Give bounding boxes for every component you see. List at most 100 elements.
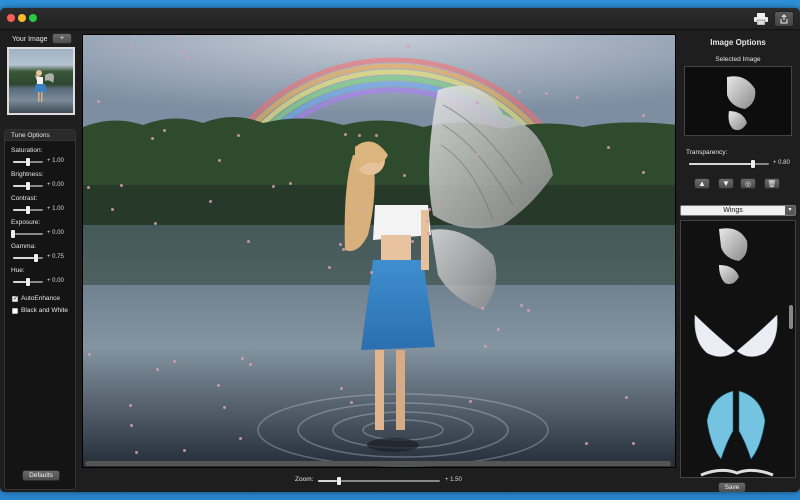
flip-button[interactable]: ◎ <box>740 178 756 189</box>
image-thumbnail[interactable] <box>7 47 75 115</box>
sparkle-dot <box>346 73 349 76</box>
tune-slider-3[interactable] <box>11 230 43 238</box>
sparkle-dot <box>120 184 123 187</box>
autoenhance-checkbox[interactable]: ✓ <box>12 296 18 302</box>
sparkle-dot <box>375 134 378 137</box>
arrow-down-icon: ▼ <box>722 179 730 188</box>
slider-fill <box>13 257 36 259</box>
sparkle-dot <box>342 248 345 251</box>
tune-options-panel: Tune Options ✓ AutoEnhance Black and Whi… <box>4 129 76 490</box>
transparency-slider[interactable] <box>689 160 769 168</box>
tune-slider-0[interactable] <box>13 158 43 166</box>
tune-slider-5[interactable] <box>13 278 43 286</box>
sparkle-dot <box>154 222 157 225</box>
sparkle-dot <box>576 96 579 99</box>
sparkle-dot <box>370 271 373 274</box>
sparkle-dot <box>545 92 548 95</box>
sparkle-dot <box>403 174 406 177</box>
sparkle-dot <box>173 360 176 363</box>
scene-artwork <box>83 35 675 467</box>
sparkle-dot <box>179 35 182 38</box>
tune-slider-1[interactable] <box>13 182 43 190</box>
sparkle-dot <box>241 357 244 360</box>
close-window-button[interactable] <box>7 14 15 22</box>
sparkle-dot <box>484 345 487 348</box>
slider-knob[interactable] <box>26 278 30 286</box>
arrow-up-icon: ▲ <box>698 179 706 188</box>
gallery-item-gray-wings[interactable] <box>719 228 748 285</box>
sparkle-dot <box>585 442 588 445</box>
move-down-button[interactable]: ▼ <box>718 178 734 189</box>
slider-value-4: + 0.75 <box>47 254 64 260</box>
sparkle-dot <box>476 101 479 104</box>
share-button[interactable] <box>774 11 794 27</box>
tune-slider-2[interactable] <box>13 206 43 214</box>
sparkle-dot <box>97 100 100 103</box>
canvas-scrollbar[interactable] <box>85 461 671 466</box>
tune-slider-4[interactable] <box>13 254 43 262</box>
move-up-button[interactable]: ▲ <box>694 178 710 189</box>
sparkle-dot <box>131 44 134 47</box>
sparkle-dot <box>469 400 472 403</box>
sparkle-dot <box>347 220 350 223</box>
slider-knob[interactable] <box>33 254 38 262</box>
slider-label-3: Exposure: <box>11 219 41 226</box>
sparkle-dot <box>156 368 159 371</box>
add-image-button[interactable]: + <box>52 33 72 44</box>
zoom-window-button[interactable] <box>29 14 37 22</box>
defaults-button[interactable]: Defaults <box>22 470 60 481</box>
slider-knob[interactable] <box>26 206 30 214</box>
tune-options-title: Tune Options <box>11 132 50 139</box>
transparency-label: Transparency: <box>686 149 728 156</box>
selected-image-preview <box>684 66 792 136</box>
right-panel: Image Options Selected Image Transparenc… <box>680 32 796 492</box>
sparkle-dot <box>249 363 252 366</box>
category-value: Wings <box>723 207 743 214</box>
sparkle-dot <box>340 387 343 390</box>
sparkle-dot <box>481 307 484 310</box>
sparkle-dot <box>518 90 521 93</box>
sparkle-dot <box>397 384 400 387</box>
sparkle-dot <box>135 451 138 454</box>
print-button[interactable] <box>752 11 770 27</box>
sparkle-dot <box>237 134 240 137</box>
sparkle-dot <box>247 240 250 243</box>
slider-knob[interactable] <box>26 158 30 166</box>
sparkle-dot <box>239 437 242 440</box>
sparkle-dot <box>111 208 114 211</box>
sparkle-dot <box>372 57 375 60</box>
category-select[interactable]: Wings ▾ <box>680 205 796 216</box>
slider-knob[interactable] <box>751 160 755 168</box>
slider-value-1: + 0.00 <box>47 182 64 188</box>
save-button[interactable]: Save <box>718 482 746 492</box>
sparkle-dot <box>448 71 451 74</box>
gallery-thumbnails <box>694 228 778 477</box>
gallery-item-blue-wings[interactable] <box>706 390 766 460</box>
image-options-title: Image Options <box>710 38 766 47</box>
zoom-slider[interactable] <box>318 477 440 485</box>
sparkle-dot <box>476 153 479 156</box>
black-white-checkbox[interactable] <box>12 308 18 314</box>
gallery-scrollbar[interactable] <box>789 305 793 329</box>
asset-gallery <box>680 220 796 478</box>
sparkle-dot <box>642 114 645 117</box>
slider-value-2: + 1.00 <box>47 206 64 212</box>
trash-icon: 🗑 <box>767 180 777 188</box>
minimize-window-button[interactable] <box>18 14 26 22</box>
sparkle-dot <box>289 182 292 185</box>
zoom-value: + 1.50 <box>445 477 462 483</box>
slider-label-4: Gamma: <box>11 243 36 250</box>
slider-value-3: + 0.00 <box>47 230 64 236</box>
sparkle-dot <box>350 401 353 404</box>
slider-label-2: Contrast: <box>11 195 38 202</box>
sparkle-dot <box>272 185 275 188</box>
slider-knob[interactable] <box>336 477 341 485</box>
slider-knob[interactable] <box>11 230 15 238</box>
slider-fill <box>689 163 753 165</box>
slider-knob[interactable] <box>26 182 30 190</box>
delete-button[interactable]: 🗑 <box>764 178 780 189</box>
image-canvas[interactable] <box>82 34 676 468</box>
sparkle-dot <box>163 129 166 132</box>
gallery-item-white-wings[interactable] <box>694 314 778 357</box>
flip-icon: ◎ <box>744 180 752 188</box>
